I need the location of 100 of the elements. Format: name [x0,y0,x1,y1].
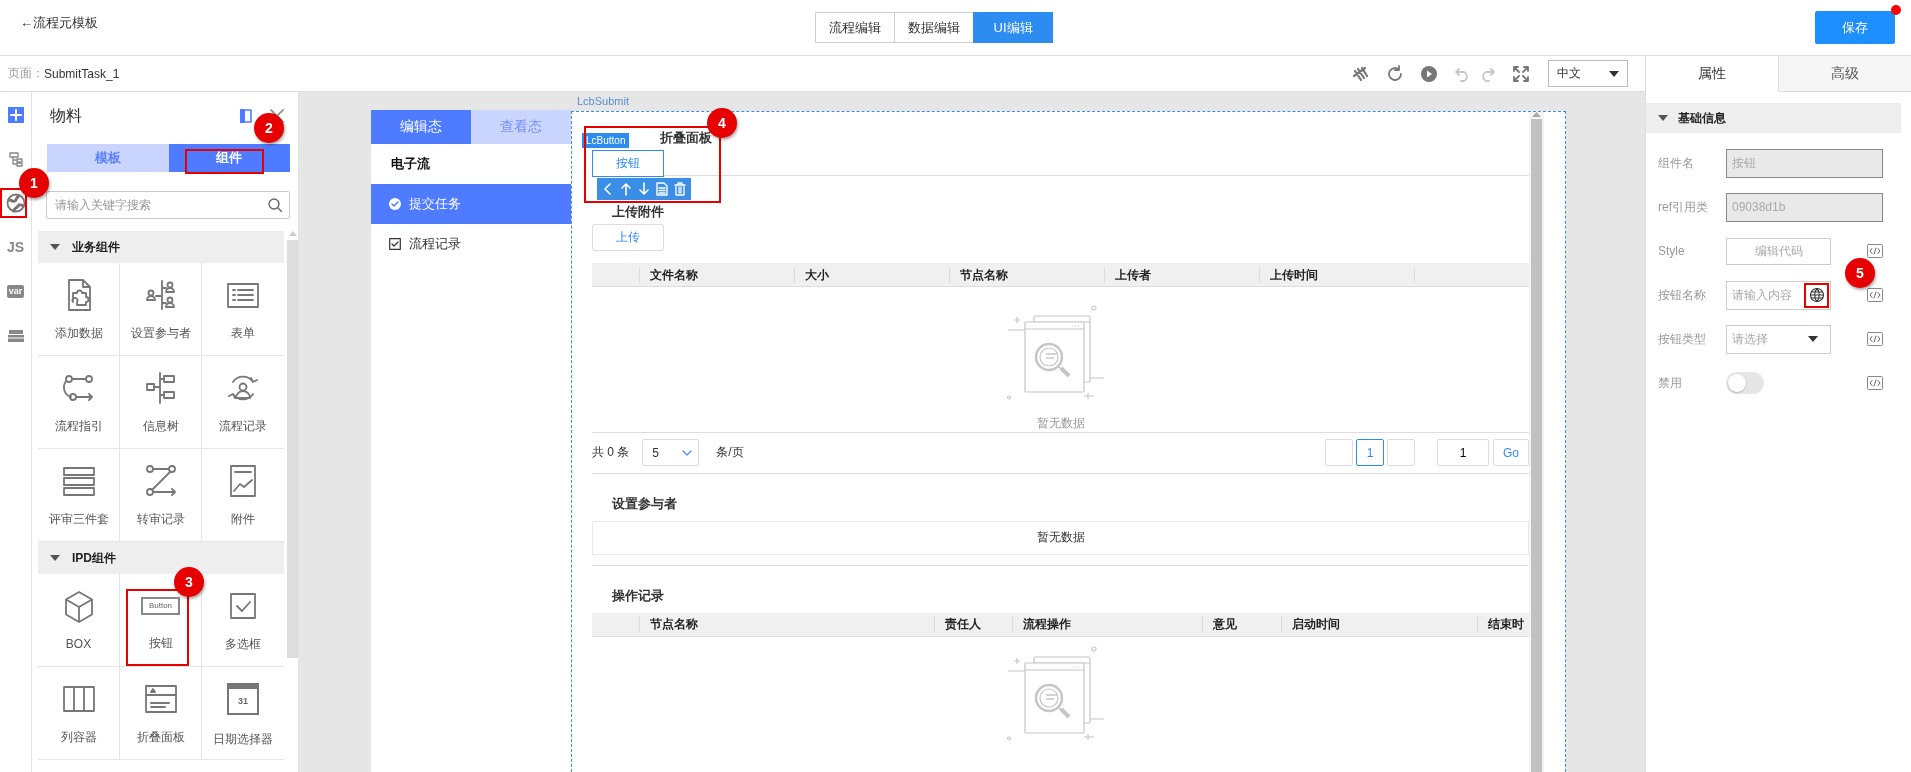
up-arrow-icon [620,182,632,196]
group-header[interactable]: 业务组件 [38,231,284,263]
column-header: 文件名称 [650,267,698,282]
panel-tab[interactable]: 高级 [1779,56,1911,92]
code-icon [1867,332,1883,346]
check-circle-icon [389,198,401,210]
scrollbar-thumb[interactable] [1531,119,1542,772]
back-icon [602,182,614,196]
callout-badge: 5 [1845,258,1875,288]
tree-icon [7,151,24,167]
component-tag: LcButton [582,133,630,148]
back-link[interactable]: ←流程元模板 [20,14,98,30]
refresh-icon [1386,64,1404,83]
search-field[interactable]: 请输入关键字搜索 [46,191,290,219]
scroll-up-icon [1532,112,1541,117]
column-header: 节点名称 [960,267,1008,282]
calendar-icon: 31 [227,682,259,715]
js-label[interactable]: JS [6,239,25,255]
component-item[interactable]: 评审三件套 [38,449,120,542]
field-label: 按钮类型 [1658,330,1707,348]
caret-icon [50,555,60,561]
component-item[interactable]: 列容器 [38,667,120,760]
column-header: 上传时间 [1270,267,1318,282]
component-item[interactable]: 设置参与者 [120,263,202,356]
checkbox-icon [389,238,401,250]
total-count: 共 0 条 [592,444,630,462]
column-header: 结束时 [1488,617,1524,632]
page-size-select[interactable]: 5 [642,439,700,467]
field-label: 禁用 [1658,374,1683,392]
empty-text: 暂无数据 [1036,529,1085,547]
empty-text: 暂无数据 [1036,415,1085,432]
plus-icon [7,107,24,123]
callout-badge: 1 [19,168,49,198]
component-item[interactable]: 流程指引 [38,356,120,449]
column-header: 大小 [805,267,829,282]
group-header[interactable]: IPD组件 [38,542,284,574]
search-icon [268,198,282,212]
caret-icon [50,244,60,250]
column-header: 启动时间 [1292,617,1340,632]
page-label: 页面： [8,65,44,82]
section-title: 设置参与者 [612,495,677,511]
component-item[interactable]: 折叠面板 [120,667,202,760]
component-item[interactable]: 信息树 [120,356,202,449]
page-jump-field[interactable]: 1 [1437,439,1489,467]
column-header: 责任人 [945,617,981,632]
mode-tab[interactable]: 数据编辑 [894,12,974,43]
play-icon [1420,64,1438,83]
copy-icon [656,182,668,196]
selected-button[interactable]: 按钮 [592,150,664,177]
variable-tag[interactable]: var [6,284,25,298]
callout-badge: 2 [254,113,284,143]
panel-tab[interactable]: 组件 [168,144,290,172]
field-label: 组件名 [1658,154,1695,172]
input-field[interactable]: 请输入内容 [1726,280,1831,310]
section-title: 操作记录 [612,587,664,603]
caret-icon [1658,115,1668,121]
field-label: Style [1658,244,1686,258]
scroll-up-icon [288,231,297,236]
dock-icon [240,109,252,123]
per-page-label: 条/页 [716,444,744,462]
fullscreen-icon [1512,64,1530,83]
field-label: 按钮名称 [1658,286,1707,304]
go-button[interactable]: Go [1493,439,1529,467]
toggle-switch[interactable] [1726,372,1764,394]
storage-icon [6,327,25,343]
field-label: ref引用类 [1658,198,1709,216]
broom-icon [1352,64,1370,83]
dropdown-caret-icon [1609,70,1619,77]
panel-title: 物料 [50,105,83,126]
nav-title: 电子流 [391,155,430,173]
dropdown-caret-icon [1808,336,1818,342]
section-header[interactable]: 基础信息 [1646,103,1901,133]
globe-icon [1808,287,1825,303]
code-icon [1867,376,1883,390]
chevron-down-icon [682,449,693,456]
page-button[interactable]: 1 [1356,439,1384,467]
column-header: 流程操作 [1023,617,1071,632]
mode-tab[interactable]: 流程编辑 [815,12,895,43]
code-icon [1867,288,1883,302]
section-title: 上传附件 [612,204,664,220]
component-label: LcbSubmit [577,95,629,107]
component-item[interactable]: BOX [38,574,120,667]
column-header: 节点名称 [650,617,698,632]
delete-icon [674,182,686,196]
language-select[interactable]: 中文 [1548,60,1628,87]
component-item[interactable]: 转审记录 [120,449,202,542]
mode-tab[interactable]: 编辑态 [371,110,471,144]
column-header: 上传者 [1115,267,1151,282]
next-page-button[interactable] [1387,439,1415,467]
globe-icon [5,193,26,213]
previous-page-button[interactable] [1325,439,1353,467]
down-arrow-icon [638,182,650,196]
button-icon: Button [140,596,181,615]
scrollbar-thumb[interactable] [287,240,298,658]
column-header: 意见 [1213,617,1237,632]
page-name: SubmitTask_1 [44,66,120,81]
nav-item[interactable]: 提交任务 [371,184,571,224]
upload-button[interactable]: 上传 [592,224,664,252]
component-item[interactable]: 添加数据 [38,263,120,356]
code-icon [1867,244,1883,258]
